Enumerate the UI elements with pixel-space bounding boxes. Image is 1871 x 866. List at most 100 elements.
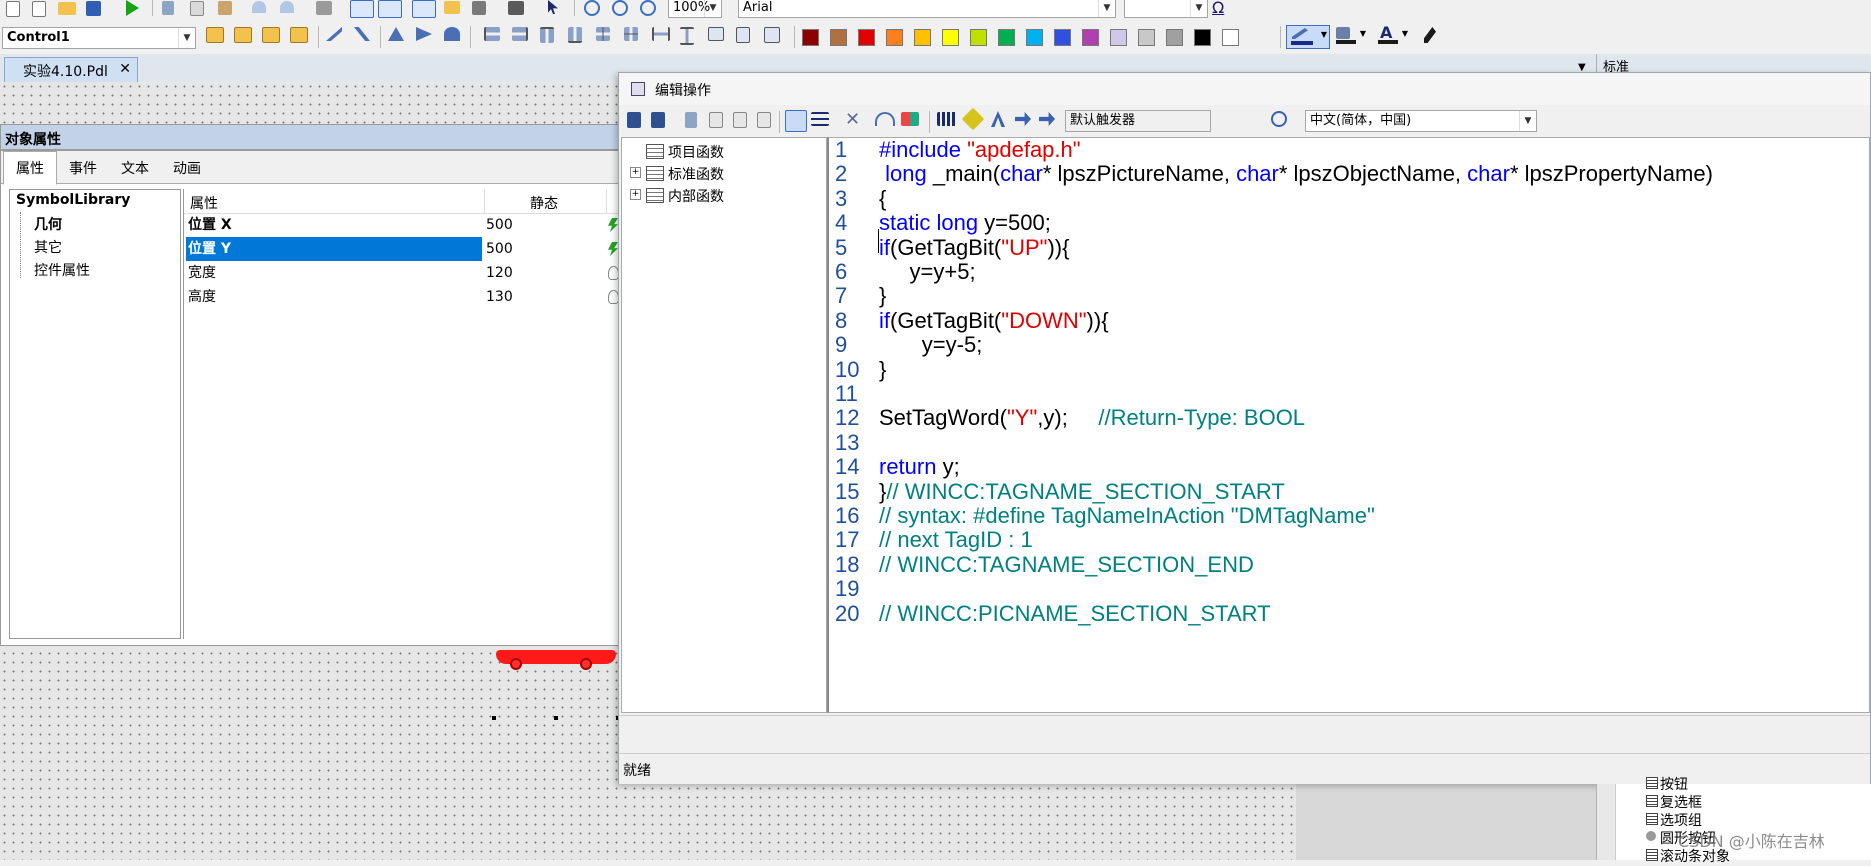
space-vertical-icon[interactable] [680,27,694,45]
cut-icon[interactable] [162,1,174,15]
save-icon[interactable] [86,1,101,16]
space-horizontal-icon[interactable] [652,27,670,41]
color-swatch[interactable] [886,29,903,46]
zoom-fit-icon[interactable] [640,0,656,16]
palette-scroll-track[interactable] [1597,784,1616,860]
paste-icon[interactable] [733,112,747,128]
color-swatch[interactable] [998,29,1015,46]
line-color-button[interactable]: ▼ [1286,25,1330,49]
color-swatch[interactable] [858,29,875,46]
dynamic-lightning-icon[interactable] [608,242,618,256]
tab-properties[interactable]: 属性 [3,151,57,185]
layers-icon[interactable] [412,0,436,18]
compile-icon[interactable] [627,112,641,128]
bring-front-icon[interactable] [206,27,224,43]
property-row[interactable]: 位置 Y 500 [184,237,618,261]
center-horizontal-icon[interactable] [596,27,610,41]
car-object[interactable] [496,650,616,670]
color-swatch[interactable] [1054,29,1071,46]
color-swatch[interactable] [830,29,847,46]
special-char-icon[interactable]: Ω [1212,0,1224,17]
document-tab[interactable]: 实验4.10.Pdl ✕ [4,57,138,82]
color-swatch[interactable] [802,29,819,46]
font-color-button[interactable]: A ▼ [1374,23,1410,47]
flip-vertical-icon[interactable] [416,27,432,41]
expand-icon[interactable]: + [630,167,641,178]
color-swatch[interactable] [1138,29,1155,46]
align-top-icon[interactable] [540,27,554,43]
new-file-icon[interactable] [6,1,20,17]
indent-icon[interactable] [785,110,807,132]
font-size-combo[interactable]: ▼ [1124,0,1208,18]
zoom-out-icon[interactable] [612,0,628,16]
expand-icon[interactable]: + [630,189,641,200]
close-icon[interactable]: ✕ [119,61,131,77]
pointer-icon[interactable] [548,0,558,14]
copy-icon[interactable] [709,112,723,128]
tag-selection-icon[interactable] [937,112,957,126]
color-swatch[interactable] [1110,29,1127,46]
color-swatch[interactable] [1082,29,1099,46]
tab-events[interactable]: 事件 [57,152,109,184]
import-icon[interactable] [651,112,665,128]
send-back-icon[interactable] [234,27,252,43]
language-combo[interactable]: 中文(简体，中国) ▼ [1305,110,1537,132]
outdent-icon[interactable] [811,112,829,126]
function-tree-item[interactable]: 项目函数 [624,142,824,162]
same-height-icon[interactable] [736,27,750,43]
paste-icon[interactable] [218,1,232,15]
screen-icon[interactable] [508,1,524,15]
align-left-icon[interactable] [484,27,500,41]
tab-texts[interactable]: 文本 [109,152,161,184]
color-swatch[interactable] [1194,29,1211,46]
undo-icon[interactable] [875,112,895,126]
function-tree-item[interactable]: + 标准函数 [624,164,824,184]
color-swatch[interactable] [1026,29,1043,46]
property-row[interactable]: 位置 X 500 [184,213,618,237]
object-selector-combo[interactable]: Control1 ▼ [2,27,196,49]
delete-icon[interactable]: ✕ [845,109,865,130]
new-picture-icon[interactable] [32,1,46,17]
property-value[interactable]: 500 [486,237,513,261]
print-icon[interactable] [316,1,332,15]
snap-grid-icon[interactable] [378,0,402,18]
tree-root[interactable]: SymbolLibrary [16,192,130,208]
undo-icon[interactable] [252,1,266,13]
selection-handle[interactable] [492,716,496,720]
zoom-in-icon[interactable] [584,0,600,16]
tab-animation[interactable]: 动画 [161,152,213,184]
property-value[interactable]: 120 [486,261,513,285]
center-vertical-icon[interactable] [624,27,638,41]
font-combo[interactable]: Arial ▼ [738,0,1116,18]
property-row[interactable]: 高度 130 [184,285,619,309]
copy-icon[interactable] [190,1,204,16]
export-action-icon[interactable] [1039,112,1055,126]
object-browser-icon[interactable] [961,107,985,131]
palette-item[interactable]: 复选框 [1646,792,1702,812]
tree-item-control-properties[interactable]: 控件属性 [34,260,90,280]
flip-horizontal-icon[interactable] [388,27,404,41]
color-swatch[interactable] [1222,29,1239,46]
cut-icon[interactable] [685,112,697,128]
tree-item-geometry[interactable]: 几何 [34,214,62,234]
fill-color-button[interactable]: ▼ [1332,25,1368,47]
mirror-icon[interactable] [354,27,370,41]
code-editor[interactable]: 1 #include "apdefap.h" 2 long _main(char* … [827,137,1870,713]
color-swatch[interactable] [970,29,987,46]
replace-icon[interactable] [901,112,919,126]
same-width-icon[interactable] [708,27,724,41]
grid-icon[interactable] [350,0,374,18]
align-bottom-icon[interactable] [568,27,582,43]
run-icon[interactable] [126,0,139,16]
color-swatch[interactable] [914,29,931,46]
function-tree-item[interactable]: + 内部函数 [624,186,824,206]
color-swatch[interactable] [1166,29,1183,46]
import-action-icon[interactable] [1015,112,1031,126]
library-icon[interactable] [444,1,460,14]
same-size-icon[interactable] [764,27,780,43]
redo-icon[interactable] [280,1,294,13]
dynamic-lightning-icon[interactable] [608,218,618,232]
paste-special-icon[interactable] [757,112,771,128]
forward-icon[interactable] [262,27,280,43]
property-value[interactable]: 130 [486,285,513,309]
